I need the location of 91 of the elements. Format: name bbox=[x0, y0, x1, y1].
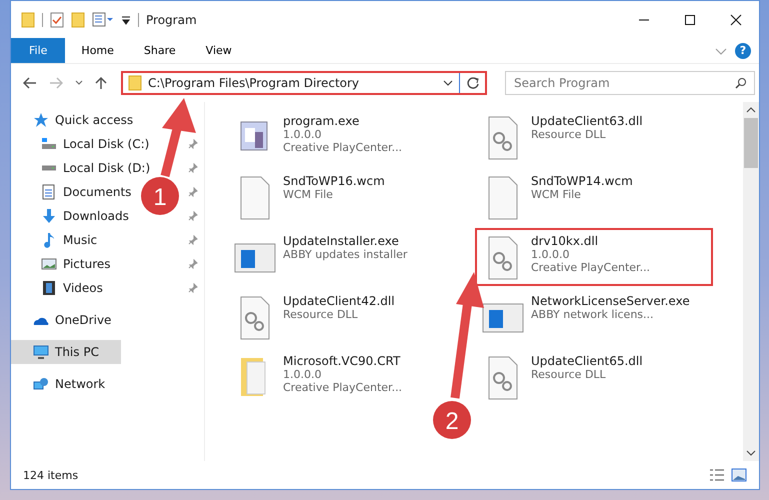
file-detail: 1.0.0.0 bbox=[283, 368, 322, 381]
file-item[interactable]: UpdateClient65.dll Resource DLL bbox=[475, 348, 649, 406]
properties-icon[interactable] bbox=[92, 12, 114, 28]
folder-icon bbox=[128, 75, 142, 91]
pin-icon[interactable] bbox=[188, 139, 198, 149]
monitor-icon bbox=[33, 344, 49, 360]
step-badge: 1 bbox=[141, 177, 179, 215]
file-item[interactable]: SndToWP14.wcm WCM File bbox=[475, 168, 639, 226]
ribbon-tab[interactable]: Home bbox=[67, 38, 128, 63]
file-item[interactable]: NetworkLicenseServer.exe ABBY network licens... bbox=[475, 288, 696, 346]
file-item[interactable]: program.exe 1.0.0.0 Creative PlayCenter... bbox=[227, 108, 408, 166]
drive-icon bbox=[41, 136, 57, 152]
sidebar-item[interactable]: Downloads bbox=[11, 204, 133, 228]
ribbon-tab[interactable]: File bbox=[11, 38, 66, 63]
file-name: UpdateClient65.dll bbox=[531, 354, 643, 368]
pin-icon[interactable] bbox=[188, 259, 198, 269]
file-detail: WCM File bbox=[531, 188, 582, 201]
file-item[interactable]: SndToWP16.wcm WCM File bbox=[227, 168, 391, 226]
sidebar-item[interactable]: Local Disk (D:) bbox=[11, 156, 154, 180]
pin-icon[interactable] bbox=[188, 235, 198, 245]
picture-icon bbox=[41, 256, 57, 272]
file-detail: Creative PlayCenter... bbox=[531, 261, 650, 274]
pin-icon[interactable] bbox=[188, 283, 198, 293]
file-name: program.exe bbox=[283, 114, 360, 128]
file-detail: 1.0.0.0 bbox=[283, 128, 322, 141]
item-count: 124 items bbox=[23, 468, 78, 482]
file-detail: Creative PlayCenter... bbox=[283, 141, 402, 154]
file-name: drv10kx.dll bbox=[531, 234, 600, 248]
refresh-icon[interactable] bbox=[466, 76, 480, 90]
pin-icon[interactable] bbox=[188, 211, 198, 221]
file-name: SndToWP14.wcm bbox=[531, 174, 633, 188]
file-name: NetworkLicenseServer.exe bbox=[531, 294, 690, 308]
folder-icon[interactable] bbox=[21, 12, 35, 28]
folder-icon[interactable] bbox=[71, 12, 85, 28]
sidebar-item[interactable]: Documents bbox=[11, 180, 136, 204]
file-detail: 1.0.0.0 bbox=[531, 248, 570, 261]
file-name: UpdateClient42.dll bbox=[283, 294, 395, 308]
scroll-thumb[interactable] bbox=[744, 118, 758, 168]
details-view-icon[interactable] bbox=[709, 468, 725, 482]
file-detail: WCM File bbox=[283, 188, 334, 201]
network-icon bbox=[33, 376, 49, 392]
file-detail: Resource DLL bbox=[531, 368, 607, 381]
sidebar-item[interactable]: Network bbox=[11, 372, 110, 396]
pin-icon[interactable] bbox=[188, 187, 198, 197]
document-icon bbox=[41, 184, 57, 200]
file-detail: ABBY updates installer bbox=[283, 248, 408, 261]
sidebar-item[interactable]: Videos bbox=[11, 276, 107, 300]
help-button[interactable]: ? bbox=[735, 42, 751, 58]
checklist-icon[interactable] bbox=[50, 12, 64, 28]
sidebar-item[interactable]: Quick access bbox=[11, 108, 138, 132]
file-item[interactable]: Microsoft.VC90.CRT 1.0.0.0 Creative PlayCenter... bbox=[227, 348, 408, 406]
file-item[interactable]: UpdateInstaller.exe ABBY updates installer bbox=[227, 228, 414, 286]
file-detail: Resource DLL bbox=[531, 128, 607, 141]
step-badge: 2 bbox=[433, 401, 471, 439]
scrollbar[interactable] bbox=[743, 102, 759, 461]
file-item[interactable]: UpdateClient63.dll Resource DLL bbox=[475, 108, 649, 166]
file-detail: ABBY network licens... bbox=[531, 308, 655, 321]
drive-icon bbox=[41, 164, 57, 172]
dropdown-icon[interactable] bbox=[121, 14, 131, 24]
dropdown-icon[interactable] bbox=[443, 79, 453, 87]
window-title: Program bbox=[146, 12, 197, 26]
sidebar-item[interactable]: Pictures bbox=[11, 252, 115, 276]
file-name: SndToWP16.wcm bbox=[283, 174, 385, 188]
close-icon bbox=[730, 14, 742, 26]
file-name: UpdateInstaller.exe bbox=[283, 234, 400, 248]
file-item[interactable]: UpdateClient42.dll Resource DLL bbox=[227, 288, 401, 346]
large-icons-view-icon[interactable] bbox=[731, 468, 747, 482]
sidebar-item[interactable]: OneDrive bbox=[11, 308, 116, 332]
address-field[interactable]: C:\Program Files\Program Directory bbox=[121, 71, 487, 95]
sidebar-item[interactable]: Music bbox=[11, 228, 102, 252]
ribbon-tab[interactable]: Share bbox=[130, 38, 190, 63]
recent-icon[interactable] bbox=[75, 80, 83, 86]
maximize-icon bbox=[684, 14, 696, 26]
star-icon bbox=[33, 112, 49, 128]
file-item[interactable]: drv10kx.dll 1.0.0.0 Creative PlayCenter... bbox=[475, 228, 713, 286]
scroll-up-icon[interactable] bbox=[746, 106, 756, 114]
file-name: Microsoft.VC90.CRT bbox=[283, 354, 402, 368]
file-name: UpdateClient63.dll bbox=[531, 114, 643, 128]
file-detail: Creative PlayCenter... bbox=[283, 381, 402, 394]
film-icon bbox=[41, 280, 57, 296]
download-icon bbox=[41, 208, 57, 224]
chevron-icon[interactable] bbox=[715, 46, 727, 56]
pin-icon[interactable] bbox=[188, 163, 198, 173]
back-icon[interactable] bbox=[23, 77, 37, 89]
scroll-down-icon[interactable] bbox=[746, 449, 756, 457]
file-detail: Resource DLL bbox=[283, 308, 359, 321]
ribbon-tab[interactable]: View bbox=[192, 38, 246, 63]
sidebar-item[interactable]: This PC bbox=[11, 340, 120, 364]
sidebar-item[interactable]: Local Disk (C:) bbox=[11, 132, 154, 156]
up-icon[interactable] bbox=[95, 76, 107, 90]
minimize-icon bbox=[638, 18, 650, 20]
